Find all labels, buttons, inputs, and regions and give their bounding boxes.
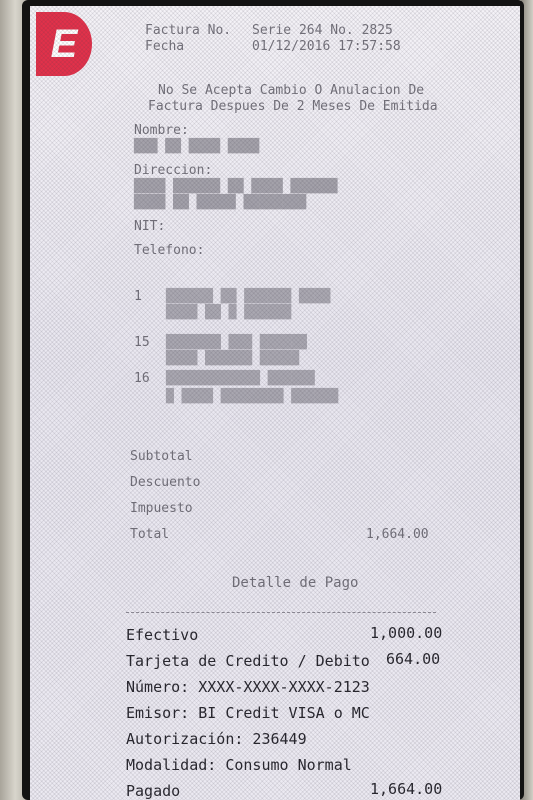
- notice-line-1: No Se Acepta Cambio O Anulacion De: [158, 83, 425, 98]
- store-logo: E: [36, 12, 92, 76]
- total-label: Total: [130, 527, 170, 542]
- factura-label: Factura No.: [145, 23, 232, 38]
- item-desc-2-illegible: ███████ ███ ██████: [166, 335, 307, 350]
- impuesto-label: Impuesto: [130, 501, 193, 516]
- telefono-label: Telefono:: [134, 243, 205, 258]
- item-desc-3-illegible: ████████████ ██████: [166, 371, 315, 386]
- pagado-label: Pagado: [126, 782, 181, 800]
- direccion-label: Direccion:: [134, 163, 213, 178]
- fecha-value: 01/12/2016 17:57:58: [252, 39, 401, 54]
- item-qty-1: 1: [134, 289, 142, 304]
- modalidad-line: Modalidad: Consumo Normal: [126, 756, 352, 774]
- total-value: 1,664.00: [366, 527, 429, 542]
- subtotal-label: Subtotal: [130, 449, 193, 464]
- tarjeta-label: Tarjeta de Credito / Debito: [126, 652, 370, 670]
- pagado-value: 1,664.00: [370, 780, 443, 798]
- direccion-value-2-illegible: ████ ██ █████ ████████: [134, 195, 307, 210]
- item-qty-3: 16: [134, 371, 150, 386]
- numero-line: Número: XXXX-XXXX-XXXX-2123: [126, 678, 370, 696]
- direccion-value-illegible: ████ ██████ ██ ████ ██████: [134, 179, 338, 194]
- payment-title: Detalle de Pago: [232, 575, 359, 591]
- nit-label: NIT:: [134, 219, 166, 234]
- autorizacion-line: Autorización: 236449: [126, 730, 307, 748]
- descuento-label: Descuento: [130, 475, 201, 490]
- efectivo-value: 1,000.00: [370, 624, 443, 642]
- tarjeta-value: 664.00: [386, 650, 441, 668]
- item-qty-2: 15: [134, 335, 150, 350]
- fecha-label: Fecha: [145, 39, 185, 54]
- item-desc-1b-illegible: ████ ██ █ ██████: [166, 305, 292, 320]
- item-desc-2b-illegible: ████ ██████ █████: [166, 351, 300, 366]
- notice-line-2: Factura Despues De 2 Meses De Emitida: [148, 99, 438, 114]
- factura-value: Serie 264 No. 2825: [252, 23, 393, 38]
- nombre-label: Nombre:: [134, 123, 189, 138]
- payment-divider: [126, 612, 436, 613]
- nombre-value-illegible: ███ ██ ████ ████: [134, 139, 260, 154]
- efectivo-label: Efectivo: [126, 626, 199, 644]
- item-desc-1-illegible: ██████ ██ ██████ ████: [166, 289, 331, 304]
- emisor-line: Emisor: BI Credit VISA o MC: [126, 704, 370, 722]
- item-desc-3b-illegible: █ ████ ████████ ██████: [166, 389, 339, 404]
- receipt-paper: E Factura No. Serie 264 No. 2825 Fecha 0…: [30, 6, 520, 800]
